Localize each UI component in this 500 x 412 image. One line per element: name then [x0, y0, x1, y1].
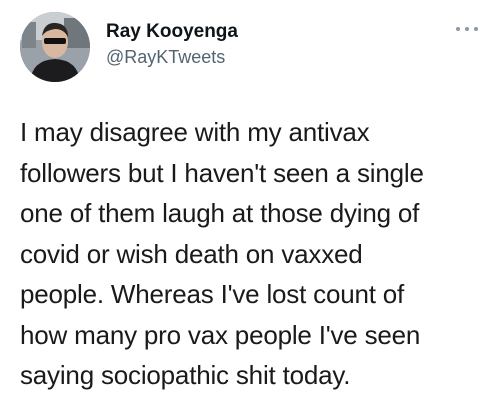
tweet-text-line: people. Whereas I've lost count of — [20, 279, 405, 309]
tweet-text: I may disagree with my antivax followers… — [20, 112, 490, 396]
dot-icon — [474, 27, 478, 31]
tweet-card: Ray Kooyenga @RayKTweets I may disagree … — [0, 0, 500, 412]
avatar[interactable] — [20, 12, 90, 82]
dot-icon — [465, 27, 469, 31]
more-options-icon[interactable] — [456, 24, 478, 34]
author-handle[interactable]: @RayKTweets — [106, 47, 225, 68]
tweet-text-line: saying sociopathic shit today. — [20, 360, 351, 390]
tweet-text-line: how many pro vax people I've seen — [20, 319, 421, 350]
dot-icon — [456, 27, 460, 31]
tweet-text-line: covid or wish death on vaxxed — [20, 238, 363, 269]
tweet-text-line: I may disagree with my antivax — [20, 117, 370, 147]
tweet-text-line: followers but I haven't seen a single — [20, 157, 424, 188]
author-display-name[interactable]: Ray Kooyenga — [106, 21, 238, 43]
profile-photo-icon — [20, 12, 90, 82]
tweet-text-line: one of them laugh at those dying of — [20, 198, 420, 228]
